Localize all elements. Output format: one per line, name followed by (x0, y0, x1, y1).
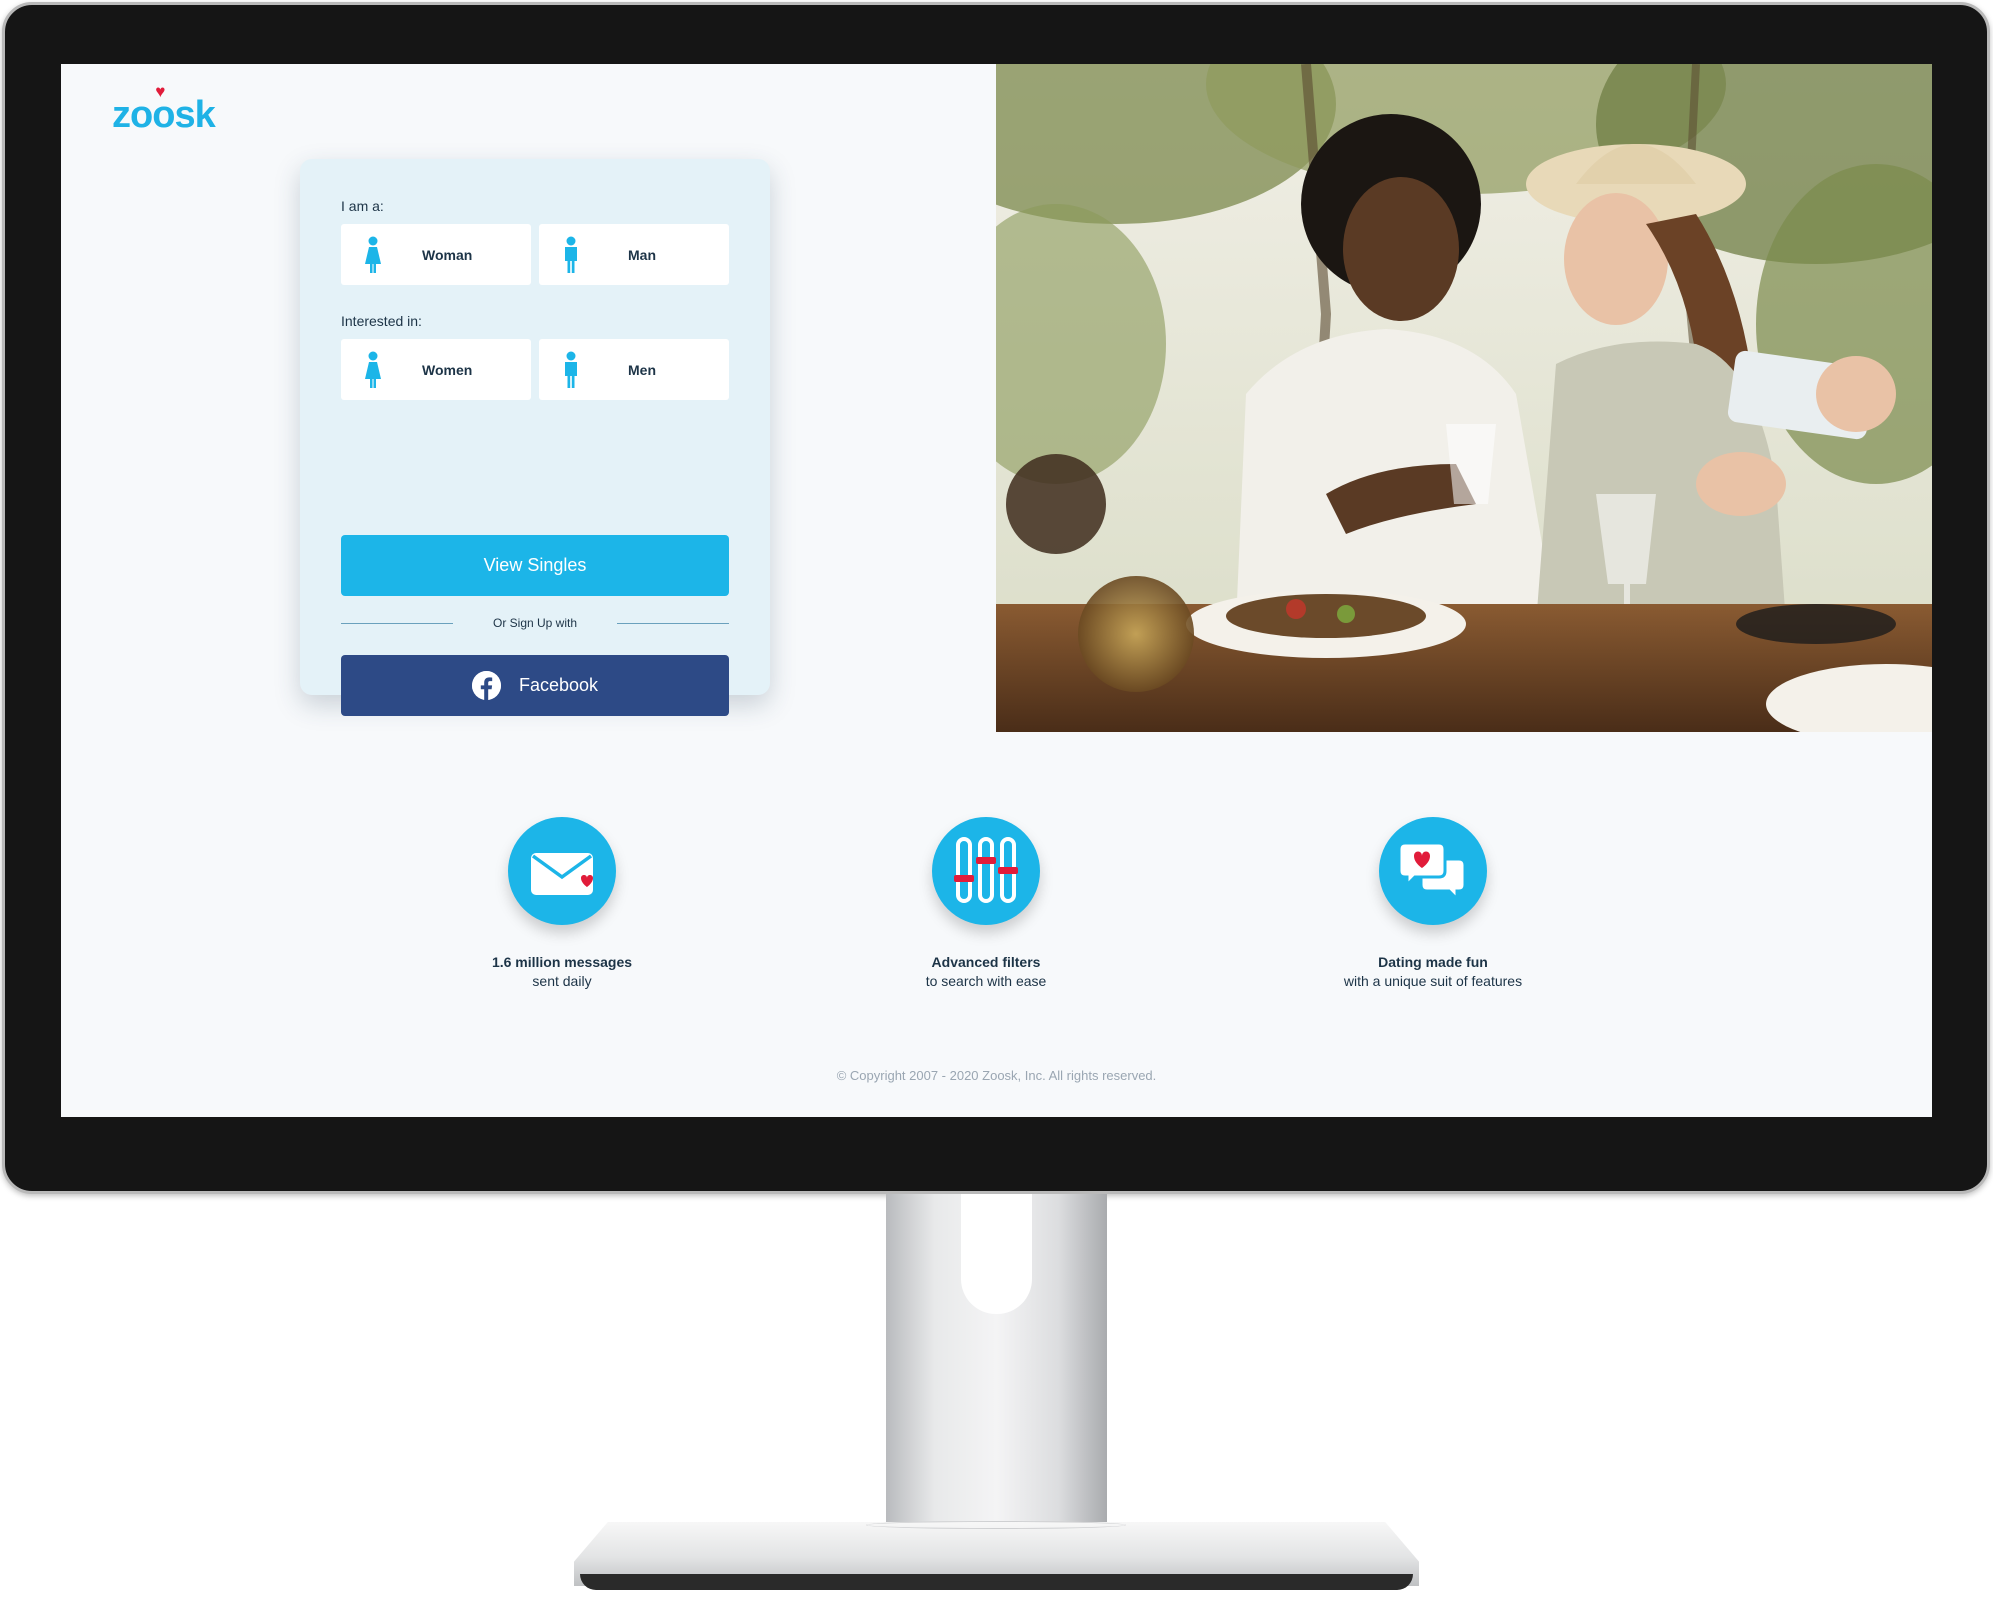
facebook-label: Facebook (518, 675, 599, 695)
feature-title: Dating made fun (1378, 954, 1488, 970)
chat-heart-icon (1379, 817, 1487, 925)
view-singles-button[interactable]: View Singles (341, 535, 729, 596)
monitor-mockup: zo ♥o sk I am a: Woman Man Interested i (0, 0, 1993, 1605)
facebook-icon (471, 671, 501, 700)
feature-fun: Dating made fun with a unique suit of fe… (1283, 817, 1583, 989)
feature-messages: 1.6 million messages sent daily (412, 817, 712, 989)
divider-line-right (617, 623, 729, 624)
signup-card: I am a: Woman Man Interested in: Women M… (300, 159, 770, 716)
sliders-filter-icon (932, 817, 1040, 925)
zoosk-logo[interactable]: zo ♥ o sk (112, 83, 216, 137)
feature-filters: Advanced filters to search with ease (836, 817, 1136, 989)
facebook-signup-button[interactable]: Facebook (341, 655, 729, 716)
i-am-woman-option[interactable]: Woman (341, 224, 531, 285)
heart-icon: ♥ (155, 82, 165, 101)
women-label: Women (422, 361, 473, 378)
feature-subtitle: to search with ease (925, 973, 1047, 989)
men-label: Men (628, 361, 656, 378)
woman-label: Woman (422, 246, 473, 263)
interested-women-option[interactable]: Women (341, 339, 531, 400)
woman-icon (365, 236, 381, 273)
man-label: Man (628, 246, 656, 263)
envelope-heart-icon (508, 817, 616, 925)
monitor-stand-cable-slot (961, 1194, 1032, 1314)
man-icon (565, 351, 577, 388)
signup-divider: Or Sign Up with (341, 616, 729, 630)
woman-icon (365, 351, 381, 388)
feature-subtitle: sent daily (532, 973, 592, 989)
logo-text-start: zo (112, 94, 153, 136)
feature-subtitle: with a unique suit of features (1343, 973, 1523, 989)
i-am-label: I am a: (341, 198, 384, 214)
man-icon (565, 236, 577, 273)
interested-men-option[interactable]: Men (539, 339, 729, 400)
i-am-man-option[interactable]: Man (539, 224, 729, 285)
hero-photo-couple-dining (996, 64, 1932, 732)
monitor-stand-base-edge (580, 1574, 1413, 1590)
copyright-text: © Copyright 2007 - 2020 Zoosk, Inc. All … (836, 1068, 1157, 1083)
feature-title: Advanced filters (931, 954, 1041, 970)
logo-text-end: sk (174, 94, 215, 136)
feature-title: 1.6 million messages (491, 954, 633, 970)
logo-o: ♥ o (152, 83, 175, 137)
interested-in-label: Interested in: (341, 313, 422, 329)
monitor-stand-base-lip (866, 1521, 1126, 1529)
screen: zo ♥o sk I am a: Woman Man Interested i (61, 64, 1932, 1117)
